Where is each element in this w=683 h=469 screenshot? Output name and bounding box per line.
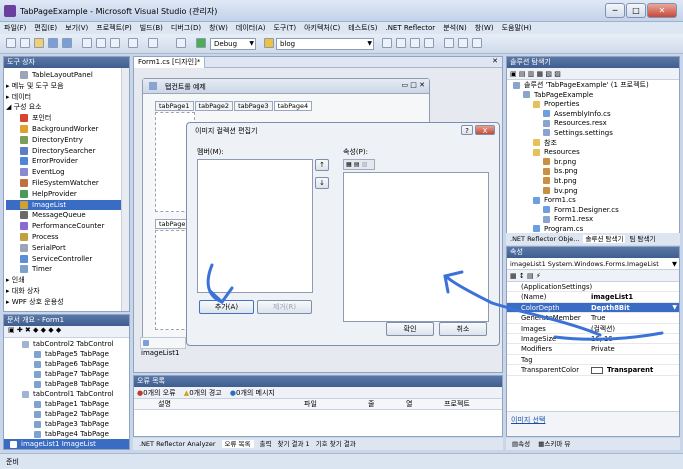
status-text: 준비: [6, 458, 19, 466]
annotation-arrowhead-add: [208, 286, 234, 305]
status-bar: 준비: [0, 453, 683, 469]
annotation-arrow-images: [446, 276, 602, 337]
annotation-overlay: [206, 263, 664, 341]
annotation-underline-images: [553, 331, 664, 341]
